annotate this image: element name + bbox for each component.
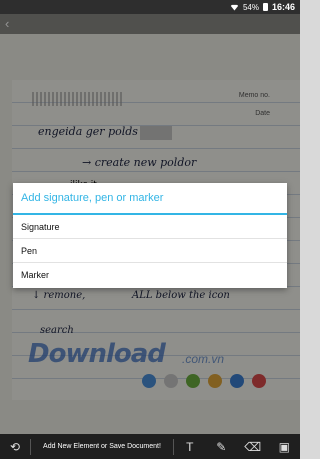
- save-icon[interactable]: ▣: [269, 440, 301, 454]
- battery-percent: 54%: [242, 2, 259, 12]
- dialog-option-signature[interactable]: Signature: [13, 215, 287, 239]
- dialog-option-pen[interactable]: Pen: [13, 239, 287, 263]
- add-element-dialog: Add signature, pen or marker Signature P…: [13, 183, 287, 288]
- battery-icon: [262, 3, 268, 11]
- wifi-icon: [229, 4, 239, 11]
- bottom-toolbar: ⟲ Add New Element or Save Document! T ✎ …: [0, 434, 300, 459]
- toolbar-hint: Add New Element or Save Document!: [43, 443, 161, 450]
- text-tool-icon[interactable]: T: [174, 440, 206, 454]
- status-bar: 54% 16:46: [0, 0, 300, 14]
- eraser-icon[interactable]: ⌫: [237, 440, 269, 454]
- dialog-option-marker[interactable]: Marker: [13, 263, 287, 287]
- clock: 16:46: [271, 2, 295, 12]
- edit-icon[interactable]: ✎: [206, 440, 238, 454]
- screen: 54% 16:46 ‹ Memo no. Date engeida ger po…: [0, 0, 300, 459]
- undo-icon[interactable]: ⟲: [0, 440, 30, 454]
- dialog-title: Add signature, pen or marker: [13, 183, 287, 215]
